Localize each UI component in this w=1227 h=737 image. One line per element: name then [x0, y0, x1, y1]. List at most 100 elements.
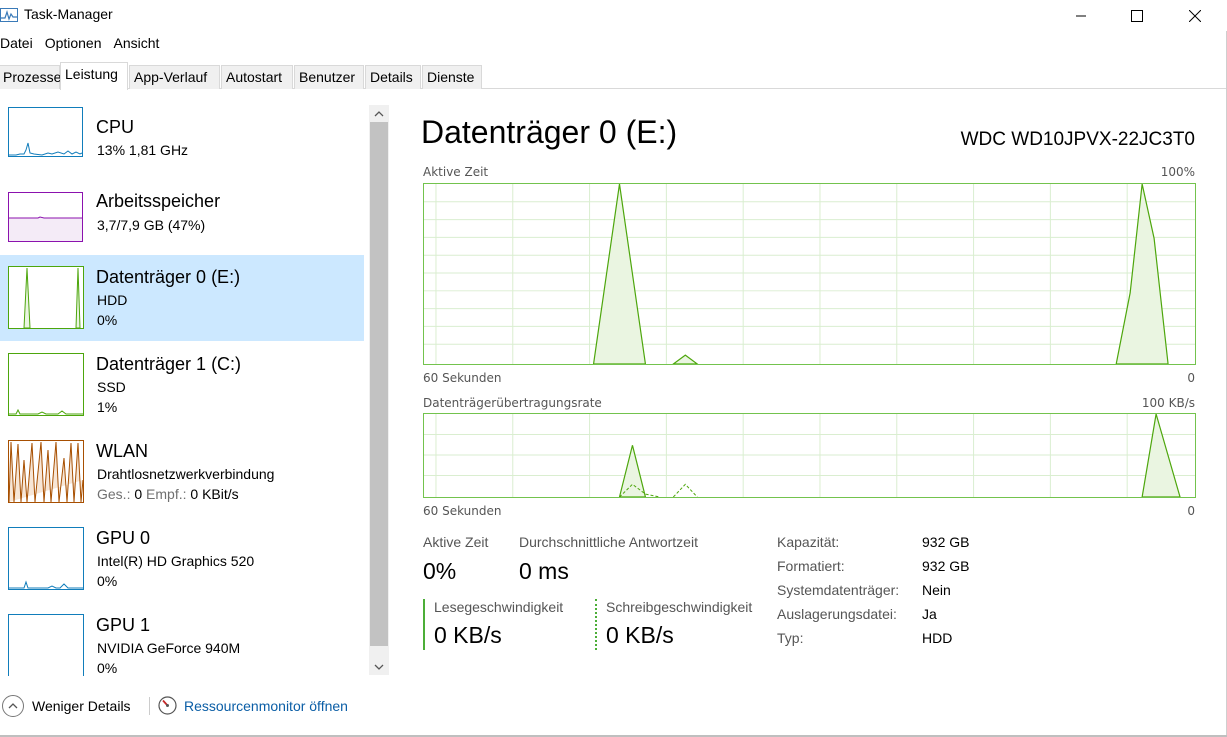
fewer-details-label[interactable]: Weniger Details — [32, 698, 131, 714]
response-time-value: 0 ms — [519, 558, 569, 584]
sidebar-item-detail: Drahtlosnetzwerkverbindung — [97, 466, 275, 482]
graph1-max: 100% — [1160, 165, 1195, 179]
active-time-label: Aktive Zeit — [423, 534, 489, 550]
tab-prozesse[interactable]: Prozesse — [0, 65, 61, 89]
receive-value: 0 KBit/s — [190, 486, 239, 502]
sidebar-item-cpu[interactable]: CPU 13% 1,81 GHz — [0, 104, 364, 190]
performance-sidebar: CPU 13% 1,81 GHz Arbeitsspeicher 3,7/7,9… — [0, 90, 366, 676]
active-time-value: 0% — [423, 558, 457, 584]
sidebar-item-detail: 13% 1,81 GHz — [97, 142, 189, 158]
prop-label-page-file: Auslagerungsdatei: — [777, 606, 897, 622]
read-speed-value: 0 KB/s — [434, 622, 502, 648]
tab-autostart[interactable]: Autostart — [221, 65, 293, 89]
close-button[interactable] — [1172, 0, 1218, 31]
footer-divider — [149, 697, 150, 715]
tab-app-verlauf[interactable]: App-Verlauf — [129, 65, 220, 89]
maximize-button[interactable] — [1114, 0, 1160, 31]
sidebar-item-throughput: Ges.: 0 Empf.: 0 KBit/s — [97, 486, 239, 502]
sidebar-item-title: GPU 1 — [96, 615, 151, 635]
minimize-icon — [1076, 15, 1086, 16]
sidebar-item-title: Datenträger 1 (C:) — [96, 354, 242, 374]
sidebar-item-title: CPU — [96, 117, 135, 137]
menu-bar: Datei Optionen Ansicht — [0, 35, 171, 57]
memory-thumbnail-graph — [8, 192, 83, 242]
receive-label: Empf.: — [146, 486, 187, 502]
tab-dienste[interactable]: Dienste — [422, 65, 482, 89]
graph1-time-left: 60 Sekunden — [423, 371, 502, 385]
graph2-label: Datenträgerübertragungsrate — [423, 396, 602, 410]
tab-benutzer[interactable]: Benutzer — [294, 65, 364, 89]
transfer-rate-graph — [423, 413, 1196, 498]
resource-monitor-icon — [158, 696, 177, 715]
page-title: Datenträger 0 (E:) — [421, 114, 678, 150]
maximize-icon — [1131, 9, 1143, 22]
send-value: 0 — [134, 486, 143, 502]
prop-label-formatted: Formatiert: — [777, 558, 845, 574]
tab-leistung[interactable]: Leistung — [60, 62, 128, 90]
sidebar-item-gpu-1[interactable]: GPU 1 NVIDIA GeForce 940M 0% — [0, 603, 364, 676]
graph1-label: Aktive Zeit — [423, 165, 489, 179]
wlan-thumbnail-graph — [8, 440, 84, 503]
fewer-details-button[interactable] — [2, 695, 24, 717]
gpu0-thumbnail-graph — [8, 527, 84, 590]
scroll-down-button[interactable] — [369, 658, 389, 675]
prop-value-type: HDD — [922, 630, 953, 646]
graph1-time-right: 0 — [1187, 371, 1195, 385]
sidebar-item-title: Arbeitsspeicher — [96, 191, 221, 211]
prop-value-page-file: Ja — [922, 606, 937, 622]
sidebar-item-disk-1[interactable]: Datenträger 1 (C:) SSD 1% — [0, 342, 364, 428]
sidebar-item-usage: 0% — [97, 660, 118, 676]
menu-datei[interactable]: Datei — [0, 35, 33, 57]
menu-optionen[interactable]: Optionen — [45, 35, 102, 57]
prop-value-capacity: 932 GB — [922, 534, 970, 550]
sidebar-item-detail: NVIDIA GeForce 940M — [97, 640, 241, 656]
sidebar-item-detail: Intel(R) HD Graphics 520 — [97, 553, 255, 569]
disk-model: WDC WD10JPVX-22JC3T0 — [960, 129, 1195, 150]
graph2-max: 100 KB/s — [1141, 396, 1195, 410]
response-time-label: Durchschnittliche Antwortzeit — [519, 534, 698, 550]
sidebar-item-usage: 0% — [97, 312, 118, 328]
write-speed-value: 0 KB/s — [606, 622, 674, 648]
scroll-up-button[interactable] — [369, 105, 389, 122]
sidebar-item-usage: 1% — [97, 399, 118, 415]
window-title: Task-Manager — [24, 6, 113, 22]
active-time-graph — [423, 183, 1196, 365]
disk1-thumbnail-graph — [8, 353, 84, 416]
close-icon — [1189, 9, 1201, 22]
scrollbar-thumb[interactable] — [370, 122, 388, 646]
read-speed-label: Lesegeschwindigkeit — [434, 599, 564, 615]
sidebar-item-detail: 3,7/7,9 GB (47%) — [97, 217, 206, 233]
tab-details[interactable]: Details — [365, 65, 421, 89]
graph2-time-left: 60 Sekunden — [423, 504, 502, 518]
menu-ansicht[interactable]: Ansicht — [114, 35, 160, 57]
sidebar-item-usage: 0% — [97, 573, 118, 589]
disk0-thumbnail-graph — [8, 266, 84, 329]
resource-monitor-link[interactable]: Ressourcenmonitor öffnen — [184, 698, 348, 714]
task-manager-icon — [0, 8, 18, 22]
chevron-up-icon — [374, 110, 384, 116]
sidebar-item-title: Datenträger 0 (E:) — [96, 267, 241, 287]
graph2-time-right: 0 — [1187, 504, 1195, 518]
sidebar-item-title: GPU 0 — [96, 528, 151, 548]
minimize-button[interactable] — [1058, 0, 1104, 31]
sidebar-item-title: WLAN — [96, 441, 149, 461]
prop-label-type: Typ: — [777, 630, 804, 646]
sidebar-item-gpu-0[interactable]: GPU 0 Intel(R) HD Graphics 520 0% — [0, 516, 364, 602]
read-speed-indicator — [423, 599, 425, 650]
sidebar-item-detail: SSD — [97, 379, 126, 395]
chevron-down-icon — [374, 664, 384, 670]
prop-value-system-disk: Nein — [922, 582, 951, 598]
write-speed-indicator — [595, 599, 597, 650]
sidebar-item-wlan[interactable]: WLAN Drahtlosnetzwerkverbindung Ges.: 0 … — [0, 429, 364, 515]
write-speed-label: Schreibgeschwindigkeit — [606, 599, 753, 615]
title-bar: Task-Manager — [0, 0, 1227, 31]
sidebar-item-disk-0[interactable]: Datenträger 0 (E:) HDD 0% — [0, 255, 364, 341]
prop-label-capacity: Kapazität: — [777, 534, 840, 550]
footer-bar: Weniger Details Ressourcenmonitor öffnen — [0, 688, 1227, 728]
send-label: Ges.: — [97, 486, 131, 502]
prop-label-system-disk: Systemdatenträger: — [777, 582, 900, 598]
sidebar-scrollbar[interactable] — [369, 105, 389, 675]
gpu1-thumbnail-graph — [8, 614, 84, 676]
cpu-thumbnail-graph — [8, 107, 83, 157]
prop-value-formatted: 932 GB — [922, 558, 970, 574]
